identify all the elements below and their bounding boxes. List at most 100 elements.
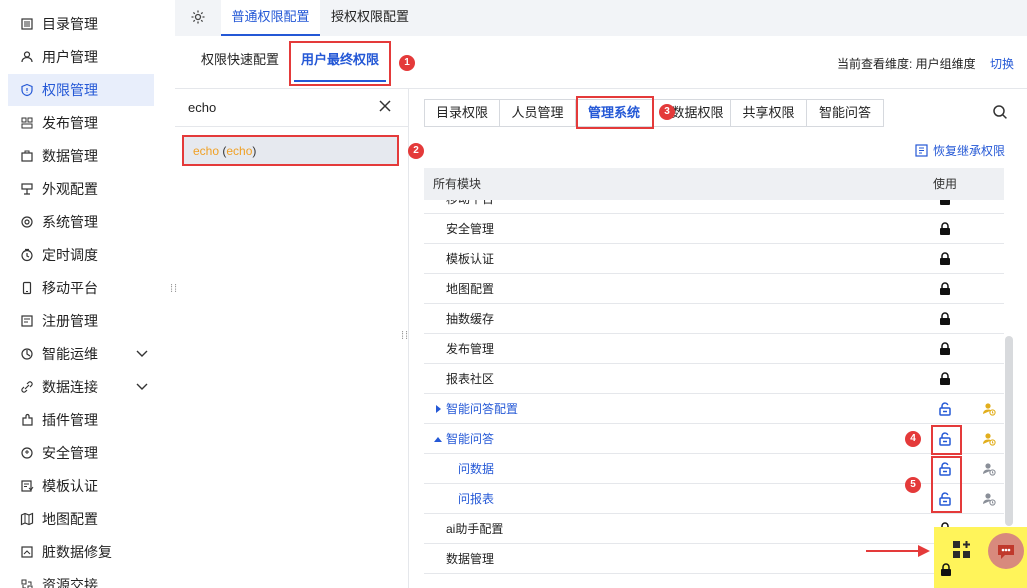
sidebar-item[interactable]: 用户管理 bbox=[8, 41, 154, 73]
table-row[interactable]: 发布管理 bbox=[424, 334, 1004, 364]
table-header: 所有模块 使用 bbox=[424, 168, 1004, 200]
user-search-input[interactable]: echo bbox=[188, 100, 216, 115]
gear-icon[interactable] bbox=[190, 9, 206, 25]
sidebar-item[interactable]: 脏数据修复 bbox=[8, 536, 154, 568]
sidebar-item-label: 模板认证 bbox=[42, 478, 98, 494]
sidebar-item-label: 数据连接 bbox=[42, 379, 98, 395]
sidebar-resize-handle[interactable]: ⁞⁞ bbox=[170, 284, 178, 295]
chevron-down-icon[interactable] bbox=[136, 382, 148, 392]
table-row[interactable]: 移动平台 bbox=[424, 200, 1004, 214]
user-permission-icon[interactable] bbox=[982, 462, 996, 476]
sidebar-item[interactable]: 资源交接 bbox=[8, 569, 154, 588]
module-name: 抽数缓存 bbox=[446, 312, 495, 326]
table-row[interactable]: 地图配置 bbox=[424, 274, 1004, 304]
lock-icon[interactable] bbox=[939, 372, 951, 386]
sidebar-item-label: 安全管理 bbox=[42, 445, 98, 461]
lock-icon[interactable] bbox=[939, 312, 951, 326]
restore-inherit-label: 恢复继承权限 bbox=[933, 144, 1006, 158]
highlight-box-1 bbox=[289, 41, 391, 86]
table-row[interactable]: 模板认证 bbox=[424, 244, 1004, 274]
close-icon[interactable] bbox=[378, 99, 392, 113]
module-name: 发布管理 bbox=[446, 342, 495, 356]
sidebar: 目录管理用户管理权限管理发布管理 数据管理外观配置系统管理定时调度 移动平台 注册管理… bbox=[0, 0, 170, 588]
chevron-down-icon[interactable] bbox=[136, 349, 148, 359]
search-icon[interactable] bbox=[992, 104, 1008, 120]
template-icon bbox=[20, 479, 34, 493]
panel-resize-handle[interactable]: ⁞⁞ bbox=[401, 331, 409, 342]
restore-icon bbox=[915, 144, 928, 157]
register-icon bbox=[20, 314, 34, 328]
caret-down-icon[interactable] bbox=[434, 435, 442, 443]
caret-right-icon[interactable] bbox=[434, 405, 442, 413]
table-row[interactable]: 智能问答配置 bbox=[424, 394, 1004, 424]
module-name: 问报表 bbox=[458, 492, 495, 506]
table-row[interactable]: 安全管理 bbox=[424, 214, 1004, 244]
sidebar-item-label: 外观配置 bbox=[42, 181, 98, 197]
sidebar-item-label: 目录管理 bbox=[42, 16, 98, 32]
table-row[interactable]: 抽数缓存 bbox=[424, 304, 1004, 334]
table-row[interactable]: ai助手配置 bbox=[424, 514, 1004, 544]
sidebar-item[interactable]: 目录管理 bbox=[8, 8, 154, 40]
sidebar-item[interactable]: 发布管理 bbox=[8, 107, 154, 139]
sidebar-item[interactable]: 模板认证 bbox=[8, 470, 154, 502]
lock-icon[interactable] bbox=[939, 222, 951, 236]
lock-icon bbox=[941, 563, 951, 576]
tab-share-permission[interactable]: 共享权限 bbox=[731, 100, 807, 126]
tab-smart-qa[interactable]: 智能问答 bbox=[807, 100, 883, 126]
sidebar-item[interactable]: 权限管理 bbox=[8, 74, 154, 106]
tab-quick-config[interactable]: 权限快速配置 bbox=[195, 44, 285, 84]
column-header-use: 使用 bbox=[933, 177, 958, 191]
tab-normal-permission[interactable]: 普通权限配置 bbox=[221, 0, 320, 36]
map-icon bbox=[20, 512, 34, 526]
tab-catalog-permission[interactable]: 目录权限 bbox=[425, 100, 500, 126]
lock-icon[interactable] bbox=[939, 200, 951, 206]
lock-icon[interactable] bbox=[939, 282, 951, 296]
sidebar-item-label: 资源交接 bbox=[42, 577, 98, 588]
unlock-icon[interactable] bbox=[939, 402, 951, 416]
step-badge-2: 2 bbox=[408, 143, 424, 159]
sidebar-item[interactable]: 注册管理 bbox=[8, 305, 154, 337]
tab-authorization-permission[interactable]: 授权权限配置 bbox=[322, 0, 418, 36]
module-name: ai助手配置 bbox=[446, 522, 504, 536]
sidebar-item[interactable]: 智能运维 bbox=[8, 338, 154, 370]
module-name: 智能问答配置 bbox=[446, 402, 519, 416]
restore-inherit-button[interactable]: 恢复继承权限 bbox=[915, 142, 1005, 159]
sidebar-item-label: 系统管理 bbox=[42, 214, 98, 230]
sidebar-item[interactable]: 外观配置 bbox=[8, 173, 154, 205]
lock-icon[interactable] bbox=[939, 342, 951, 356]
chat-icon bbox=[998, 545, 1014, 559]
sidebar-item[interactable]: 系统管理 bbox=[8, 206, 154, 238]
module-name: 问数据 bbox=[458, 462, 495, 476]
lock-icon[interactable] bbox=[939, 252, 951, 266]
sidebar-item[interactable]: 地图配置 bbox=[8, 503, 154, 535]
sidebar-item[interactable]: 定时调度 bbox=[8, 239, 154, 271]
sidebar-item[interactable]: 移动平台 bbox=[8, 272, 154, 304]
user-permission-icon[interactable] bbox=[982, 402, 996, 416]
highlight-box-3 bbox=[576, 96, 654, 129]
sidebar-item[interactable]: 数据管理 bbox=[8, 140, 154, 172]
table-row[interactable]: 报表社区 bbox=[424, 364, 1004, 394]
sidebar-item-label: 用户管理 bbox=[42, 49, 98, 65]
sidebar-item[interactable]: 安全管理 bbox=[8, 437, 154, 469]
handover-icon bbox=[20, 578, 34, 588]
clock-icon bbox=[20, 248, 34, 262]
module-name: 智能问答 bbox=[446, 432, 495, 446]
sidebar-item-label: 权限管理 bbox=[42, 82, 98, 98]
security-icon bbox=[20, 446, 34, 460]
sidebar-item[interactable]: 插件管理 bbox=[8, 404, 154, 436]
chat-assistant-button[interactable] bbox=[988, 533, 1024, 569]
list-icon bbox=[20, 17, 34, 31]
gear-icon bbox=[20, 215, 34, 229]
app-root: 目录管理 用户管理 权限管理 发布管理 数据管理 外观配置 系统管理 定时调度 移动平台 注册管理… bbox=[0, 0, 1027, 588]
dimension-switch-link[interactable]: 切换 bbox=[990, 55, 1014, 72]
user-permission-icon[interactable] bbox=[982, 492, 996, 506]
tab-personnel-management[interactable]: 人员管理 bbox=[500, 100, 576, 126]
user-permission-icon[interactable] bbox=[982, 432, 996, 446]
step-badge-5: 5 bbox=[905, 477, 921, 493]
sidebar-item[interactable]: 数据连接 bbox=[8, 371, 154, 403]
table-scrollbar[interactable] bbox=[1005, 336, 1013, 526]
divider bbox=[175, 88, 1027, 89]
highlight-box-5 bbox=[931, 456, 962, 513]
user-icon bbox=[20, 50, 34, 64]
apps-icon[interactable] bbox=[952, 540, 972, 560]
